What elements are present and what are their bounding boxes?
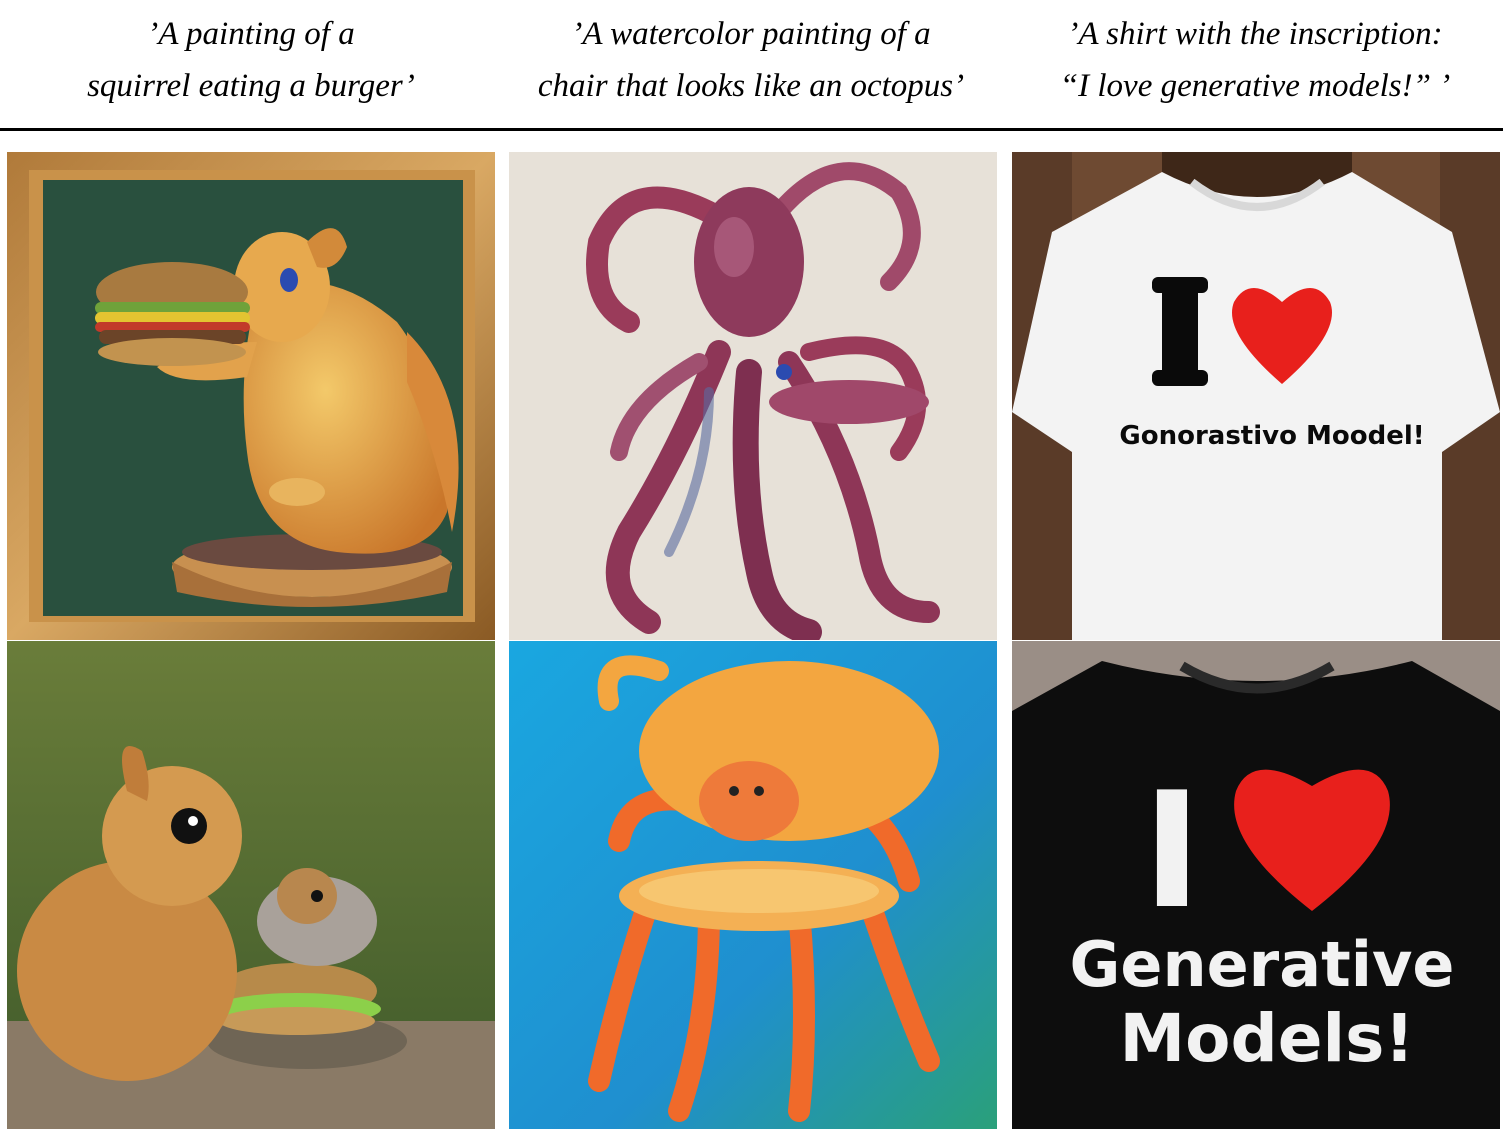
image-shirt-black: I Generative Models! <box>1012 641 1500 1129</box>
shirt-black-word-models: Models! <box>1119 1000 1414 1077</box>
header-rule <box>0 128 1503 131</box>
image-shirt-white: Gonorastivo Moodel! <box>1012 152 1500 640</box>
caption-line: “I love generative models!” ’ <box>1059 68 1451 104</box>
image-octopus-chair-bright <box>509 641 997 1129</box>
caption-shirt: ’A shirt with the inscription: “I love g… <box>1005 8 1503 112</box>
caption-line: ’A watercolor painting of a <box>571 16 931 52</box>
shirt-black-letter-i: I <box>1142 757 1202 944</box>
caption-line: chair that looks like an octopus’ <box>537 68 965 104</box>
caption-squirrel: ’A painting of a squirrel eating a burge… <box>1 8 501 112</box>
image-squirrel-framed <box>7 152 495 640</box>
shirt-black-word-generative: Generative <box>1070 928 1455 1001</box>
image-squirrels-eating <box>7 641 495 1129</box>
caption-line: squirrel eating a burger’ <box>87 68 415 104</box>
caption-line: ’A painting of a <box>147 16 355 52</box>
caption-line: ’A shirt with the inscription: <box>1067 16 1443 52</box>
caption-octopus: ’A watercolor painting of a chair that l… <box>501 8 1001 112</box>
shirt-white-slogan: Gonorastivo Moodel! <box>1119 421 1424 451</box>
image-octopus-watercolor <box>509 152 997 640</box>
caption-row: ’A painting of a squirrel eating a burge… <box>0 0 1503 128</box>
